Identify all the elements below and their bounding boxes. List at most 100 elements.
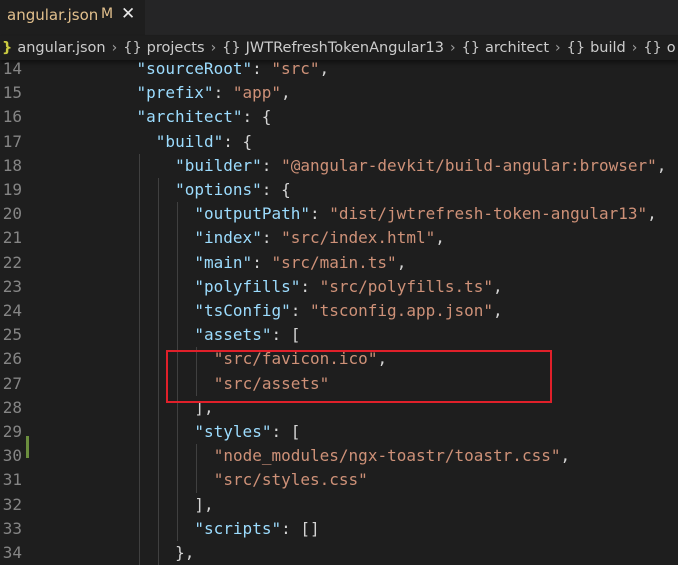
line-number: 21 — [2, 228, 22, 248]
line-number: 33 — [2, 518, 22, 538]
json-string: "src/styles.css" — [213, 470, 368, 490]
json-key: "build" — [155, 131, 224, 151]
object-icon: {} — [123, 40, 142, 56]
code-text: "tsConfig": "tsconfig.app.json", — [194, 299, 502, 323]
line-number: 16 — [2, 107, 22, 127]
json-punctuation: , — [656, 155, 667, 175]
chevron-right-icon: › — [555, 40, 561, 56]
code-line[interactable]: 14 "sourceRoot": "src", — [0, 57, 678, 81]
tab-angular-json[interactable]: angular.json M ✕ — [0, 0, 145, 35]
line-number: 28 — [2, 397, 22, 417]
breadcrumb-item[interactable]: {} projects — [123, 40, 204, 56]
json-string: "@angular-devkit/build-angular:browser" — [281, 155, 657, 175]
code-text: "sourceRoot": "src", — [137, 57, 330, 81]
breadcrumb-item[interactable]: angular.json — [17, 40, 105, 56]
chevron-right-icon: › — [210, 40, 217, 56]
code-text: "architect": { — [137, 105, 272, 129]
chevron-right-icon: › — [449, 40, 456, 56]
json-punctuation: : — [261, 228, 282, 248]
code-text: "polyfills": "src/polyfills.ts", — [194, 275, 502, 299]
json-punctuation: : [] — [281, 518, 320, 538]
code-line[interactable]: 32], — [0, 493, 678, 517]
tab-filename: angular.json — [7, 6, 99, 24]
code-line[interactable]: 18 "builder": "@angular-devkit/build-angu… — [0, 154, 678, 178]
json-string: "src/main.ts" — [271, 252, 397, 272]
code-line[interactable]: 19 "options": { — [0, 178, 678, 202]
code-line[interactable]: 15 "prefix": "app", — [0, 81, 678, 105]
json-punctuation: }, — [175, 543, 195, 562]
json-key: "architect" — [136, 107, 243, 127]
json-punctuation: : { — [223, 131, 253, 151]
code-line[interactable]: 17 "build": { — [0, 130, 678, 154]
code-text: "src/styles.css" — [214, 468, 368, 492]
code-text: "assets": [ — [194, 323, 300, 347]
breadcrumb-label: o — [666, 40, 676, 56]
json-string: "tsconfig.app.json" — [309, 301, 494, 320]
chevron-right-icon: › — [111, 40, 118, 56]
code-text: "index": "src/index.html", — [194, 226, 444, 250]
line-number: 23 — [2, 276, 22, 296]
line-number: 17 — [2, 131, 22, 151]
code-text: "outputPath": "dist/jwtrefresh-token-ang… — [194, 202, 656, 226]
breadcrumb-item[interactable]: {} build — [567, 40, 626, 56]
code-line[interactable]: 24 "tsConfig": "tsconfig.app.json", — [0, 299, 678, 323]
code-text: "node_modules/ngx-toastr/toastr.css", — [214, 444, 570, 468]
json-punctuation: : — [290, 301, 310, 320]
json-punctuation: : { — [242, 107, 272, 127]
code-line[interactable]: 34}, — [0, 541, 678, 565]
breadcrumb-label: build — [590, 40, 626, 56]
json-punctuation: , — [396, 252, 407, 272]
code-line[interactable]: 21 "index": "src/index.html", — [0, 226, 678, 250]
json-punctuation: : — [252, 59, 272, 78]
object-icon: {} — [566, 40, 586, 56]
line-number: 27 — [2, 373, 22, 393]
tab-bar: angular.json M ✕ — [0, 0, 678, 35]
code-line[interactable]: 20 "outputPath": "dist/jwtrefresh-token-a… — [0, 202, 678, 226]
line-number: 29 — [2, 422, 22, 441]
breadcrumb-item[interactable]: {} architect — [462, 40, 549, 56]
object-icon: {} — [461, 40, 481, 56]
json-punctuation: , — [319, 59, 330, 78]
line-number: 22 — [2, 252, 22, 272]
code-line[interactable]: 23 "polyfills": "src/polyfills.ts", — [0, 275, 678, 299]
code-line[interactable]: 29 "styles": [ — [0, 420, 678, 444]
json-punctuation: : { — [261, 180, 291, 199]
json-brace-icon: } — [2, 40, 13, 56]
json-string: "src" — [271, 59, 320, 78]
json-key: "polyfills" — [194, 276, 301, 296]
close-icon[interactable]: ✕ — [121, 4, 135, 24]
code-text: }, — [175, 541, 194, 565]
breadcrumb-item[interactable]: {} o — [643, 40, 675, 56]
code-text: "main": "src/main.ts", — [194, 251, 406, 275]
code-text: "options": { — [175, 178, 291, 202]
line-number: 24 — [2, 301, 22, 320]
code-line[interactable]: 30 "node_modules/ngx-toastr/toastr.css", — [0, 444, 678, 468]
indent-guide — [196, 444, 198, 493]
json-punctuation: , — [281, 83, 291, 103]
json-key: "index" — [194, 228, 262, 248]
indent-guide — [138, 153, 140, 565]
json-punctuation: ], — [194, 494, 214, 514]
breadcrumb-item[interactable]: {} JWTRefreshTokenAngular13 — [222, 40, 444, 56]
json-punctuation: : — [300, 276, 320, 296]
json-punctuation: : — [309, 204, 330, 224]
line-number: 18 — [2, 155, 22, 175]
code-text: "prefix": "app", — [137, 81, 291, 105]
indent-guide — [157, 178, 159, 565]
code-line[interactable]: 25 "assets": [ — [0, 323, 678, 347]
json-punctuation: , — [493, 276, 503, 296]
object-icon: {} — [222, 40, 241, 56]
json-key: "scripts" — [194, 518, 282, 538]
line-number: 26 — [2, 349, 22, 369]
json-key: "tsConfig" — [194, 301, 291, 320]
code-line[interactable]: 31 "src/styles.css" — [0, 468, 678, 492]
code-line[interactable]: 33 "scripts": [] — [0, 517, 678, 541]
code-line[interactable]: 22 "main": "src/main.ts", — [0, 251, 678, 275]
json-punctuation: : — [261, 155, 282, 175]
code-line[interactable]: 16 "architect": { — [0, 105, 678, 129]
json-key: "assets" — [194, 325, 272, 345]
line-number: 19 — [2, 180, 22, 199]
breadcrumb-label: JWTRefreshTokenAngular13 — [245, 40, 444, 56]
code-editor[interactable]: 14 "sourceRoot": "src", 15 "prefix": "app",… — [0, 57, 678, 565]
breadcrumb-label: architect — [485, 40, 549, 56]
